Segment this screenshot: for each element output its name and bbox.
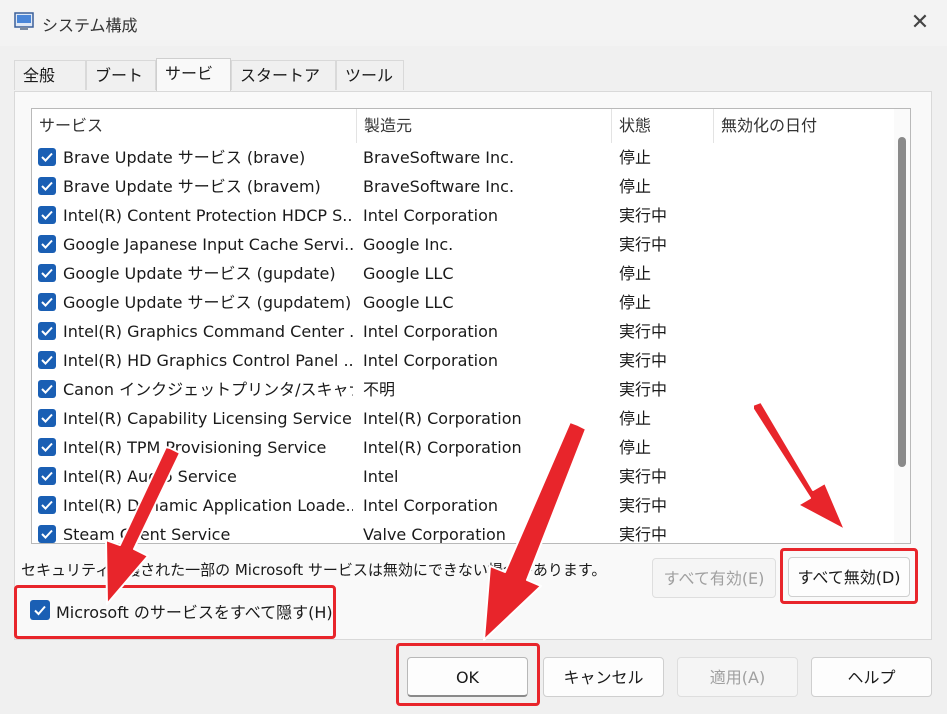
- annotation-arrows: [105, 401, 846, 641]
- arrow-to-disable-all-icon: [752, 401, 846, 531]
- arrow-to-ok-icon: [483, 421, 587, 641]
- arrow-to-hide-ms-icon: [105, 446, 181, 605]
